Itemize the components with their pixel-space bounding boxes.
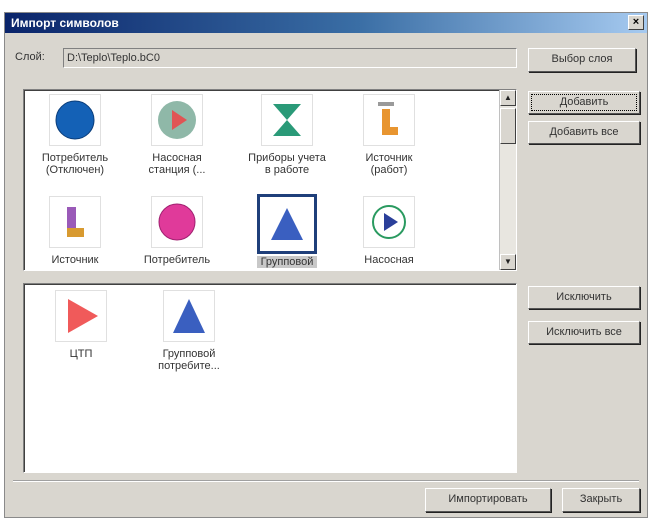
symbol-label: Потребитель <box>143 254 211 266</box>
blue-triangle-icon <box>163 290 215 342</box>
close-button[interactable]: Закрыть <box>562 488 640 512</box>
red-triangle-icon <box>55 290 107 342</box>
dialog-title: Импорт символов <box>11 16 119 30</box>
scroll-thumb[interactable] <box>500 108 516 144</box>
blue-circle-icon <box>49 94 101 146</box>
add-all-button[interactable]: Добавить все <box>528 121 640 144</box>
symbol-label: Групповой потребите... <box>158 348 220 372</box>
exclude-all-button[interactable]: Исключить все <box>528 321 640 344</box>
list-item[interactable]: Приборы учета в работе <box>244 94 330 176</box>
pump-station-green-icon <box>363 196 415 248</box>
symbol-label: Насосная <box>364 254 414 266</box>
pump-station-gray-icon <box>151 94 203 146</box>
choose-layer-button[interactable]: Выбор слоя <box>528 48 636 72</box>
symbol-label: Групповой <box>256 256 318 268</box>
layer-path-field[interactable]: D:\Teplo\Teplo.bC0 <box>63 48 517 68</box>
selected-symbols-list[interactable]: ЦТП Групповой потребите... <box>23 283 517 473</box>
symbol-label: Источник (работ) <box>365 152 413 176</box>
pink-circle-icon <box>151 196 203 248</box>
layer-label: Слой: <box>15 51 45 63</box>
symbol-label: Приборы учета в работе <box>248 152 326 176</box>
source-working-icon <box>363 94 415 146</box>
add-button[interactable]: Добавить <box>528 91 640 114</box>
blue-triangle-icon <box>257 194 317 254</box>
exclude-button[interactable]: Исключить <box>528 286 640 309</box>
list-item[interactable]: ЦТП <box>38 290 124 360</box>
vertical-scrollbar[interactable]: ▲ ▼ <box>499 90 516 270</box>
list-item[interactable]: Насосная станция (... <box>134 94 220 176</box>
import-symbols-dialog: Импорт символов × Слой: D:\Teplo\Teplo.b… <box>4 12 648 518</box>
hourglass-meter-icon <box>261 94 313 146</box>
source-purple-icon <box>49 196 101 248</box>
list-item[interactable]: Потребитель <box>134 196 220 266</box>
list-item[interactable]: Насосная <box>346 196 432 266</box>
import-button[interactable]: Импортировать <box>425 488 551 512</box>
list-item-selected[interactable]: Групповой <box>244 194 330 268</box>
scroll-down-icon[interactable]: ▼ <box>500 254 516 270</box>
list-item[interactable]: Источник <box>32 196 118 266</box>
available-symbols-list[interactable]: Потребитель (Отключен) Насосная станция … <box>23 89 517 271</box>
list-item[interactable]: Источник (работ) <box>346 94 432 176</box>
list-item[interactable]: Групповой потребите... <box>146 290 232 372</box>
symbol-label: Источник <box>51 254 99 266</box>
list-item[interactable]: Потребитель (Отключен) <box>32 94 118 176</box>
symbol-label: ЦТП <box>69 348 93 360</box>
close-icon[interactable]: × <box>628 15 644 30</box>
symbol-label: Насосная станция (... <box>148 152 206 176</box>
title-bar: Импорт символов × <box>5 13 647 33</box>
footer-divider <box>13 480 639 482</box>
scroll-up-icon[interactable]: ▲ <box>500 90 516 106</box>
symbol-label: Потребитель (Отключен) <box>41 152 109 176</box>
